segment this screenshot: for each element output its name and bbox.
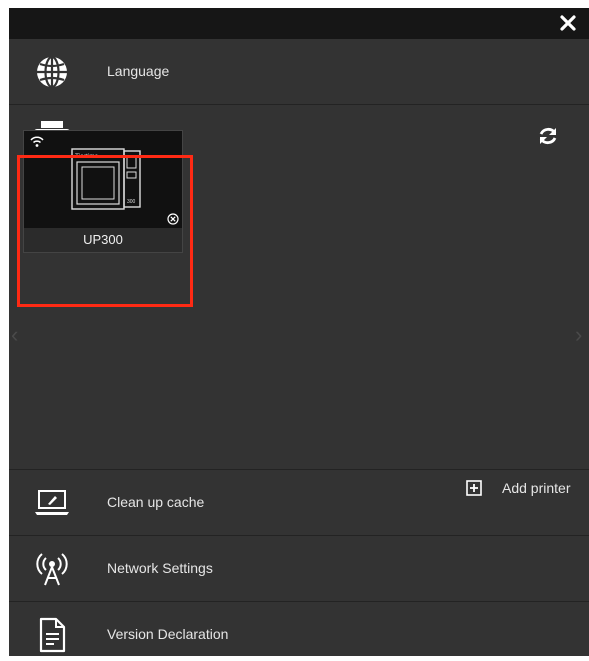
clean-cache-icon	[31, 482, 73, 524]
prev-arrow-icon[interactable]: ‹	[11, 322, 18, 348]
globe-icon	[31, 51, 73, 93]
remove-printer-icon[interactable]	[167, 213, 179, 225]
network-settings-label: Network Settings	[107, 560, 213, 576]
refresh-button[interactable]	[537, 125, 559, 147]
menu-item-language[interactable]: Language	[9, 39, 589, 105]
printer-device-image: Tiertime 300	[71, 148, 141, 210]
menu-item-version-declaration[interactable]: Version Declaration	[9, 602, 589, 656]
language-label: Language	[107, 63, 170, 79]
printer-card-image: Tiertime 300	[24, 131, 182, 228]
model-badge: 300	[127, 199, 136, 205]
menu-item-network-settings[interactable]: Network Settings	[9, 536, 589, 602]
version-declaration-label: Version Declaration	[107, 626, 229, 642]
menu-item-clean-cache[interactable]: Clean up cache	[9, 470, 589, 536]
next-arrow-icon[interactable]: ›	[575, 322, 582, 348]
printer-card[interactable]: Tiertime 300 UP300	[23, 130, 183, 253]
wifi-icon	[30, 136, 44, 147]
close-icon[interactable]	[557, 12, 579, 34]
close-button[interactable]	[557, 12, 579, 34]
clean-cache-label: Clean up cache	[107, 494, 205, 510]
refresh-icon[interactable]	[537, 125, 559, 147]
document-icon	[31, 614, 73, 656]
printer-name: UP300	[24, 228, 182, 252]
antenna-icon	[31, 548, 73, 590]
brand-text: Tiertime	[75, 153, 99, 160]
top-bar	[9, 8, 589, 39]
